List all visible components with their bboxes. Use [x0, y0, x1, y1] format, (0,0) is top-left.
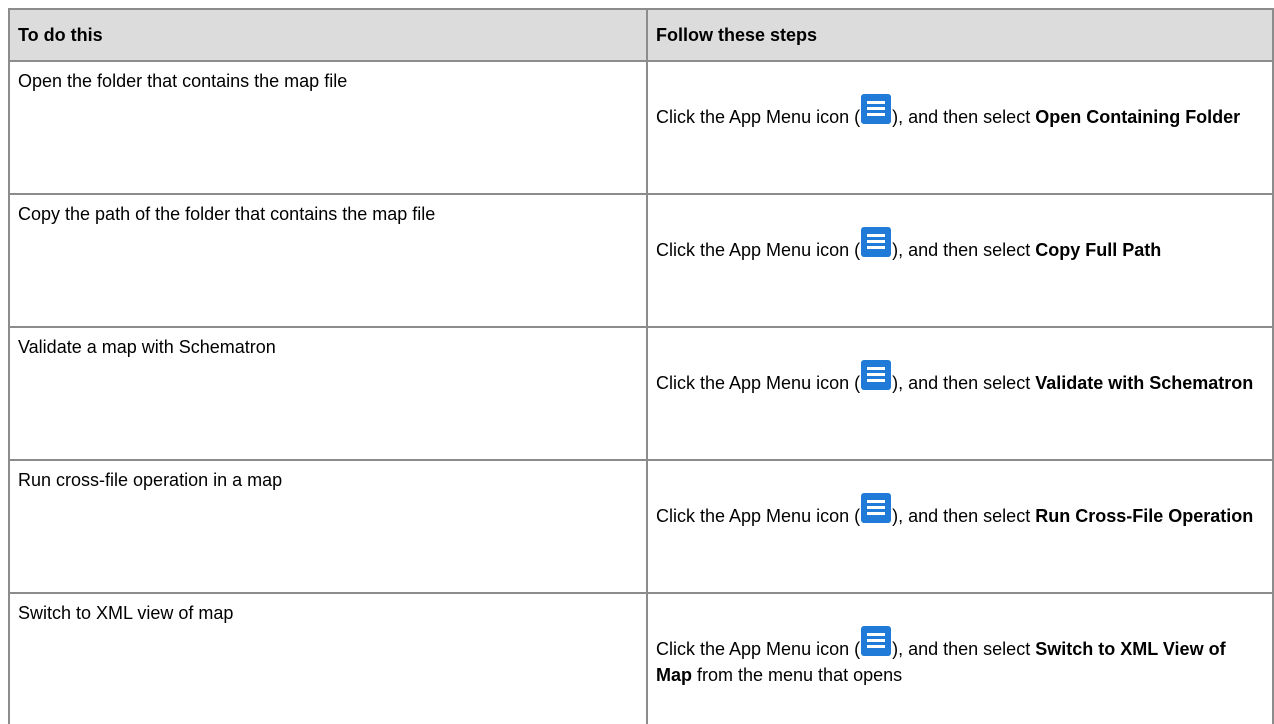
table-row: Open the folder that contains the map fi…: [8, 60, 1274, 195]
step-suffix: from the menu that opens: [692, 665, 903, 685]
task-cell: Copy the path of the folder that contain…: [8, 193, 648, 328]
app-menu-icon: [861, 360, 892, 390]
task-cell: Run cross-file operation in a map: [8, 459, 648, 594]
steps-cell: Click the App Menu icon ( ), and then sel…: [646, 326, 1274, 461]
steps-cell: Click the App Menu icon ( ), and then sel…: [646, 459, 1274, 594]
steps-cell: Click the App Menu icon ( ), and then sel…: [646, 60, 1274, 195]
app-menu-icon: [861, 626, 892, 656]
header-to-do-this: To do this: [8, 8, 648, 62]
step-middle: ), and then select: [892, 107, 1036, 127]
steps-cell: Click the App Menu icon ( ), and then sel…: [646, 592, 1274, 724]
table-row: Copy the path of the folder that contain…: [8, 193, 1274, 328]
app-menu-icon: [861, 94, 892, 124]
task-cell: Validate a map with Schematron: [8, 326, 648, 461]
steps-table: To do this Follow these steps Open the f…: [8, 8, 1274, 724]
app-menu-icon: [861, 493, 892, 523]
step-prefix: Click the App Menu icon (: [656, 240, 861, 260]
step-menu-item: Validate with Schematron: [1035, 373, 1254, 393]
steps-cell: Click the App Menu icon ( ), and then sel…: [646, 193, 1274, 328]
step-middle: ), and then select: [892, 639, 1036, 659]
step-middle: ), and then select: [892, 373, 1036, 393]
app-menu-icon: [861, 227, 892, 257]
step-menu-item: Open Containing Folder: [1035, 107, 1241, 127]
task-cell: Open the folder that contains the map fi…: [8, 60, 648, 195]
task-cell: Switch to XML view of map: [8, 592, 648, 724]
header-follow-steps: Follow these steps: [646, 8, 1274, 62]
step-prefix: Click the App Menu icon (: [656, 506, 861, 526]
step-menu-item: Run Cross-File Operation: [1035, 506, 1254, 526]
table-row: Switch to XML view of map Click the App …: [8, 592, 1274, 724]
table-row: Run cross-file operation in a map Click …: [8, 459, 1274, 594]
step-middle: ), and then select: [892, 240, 1036, 260]
table-row: Validate a map with Schematron Click the…: [8, 326, 1274, 461]
step-prefix: Click the App Menu icon (: [656, 373, 861, 393]
step-menu-item: Copy Full Path: [1035, 240, 1162, 260]
step-prefix: Click the App Menu icon (: [656, 107, 861, 127]
table-header-row: To do this Follow these steps: [8, 8, 1274, 62]
step-prefix: Click the App Menu icon (: [656, 639, 861, 659]
step-middle: ), and then select: [892, 506, 1036, 526]
